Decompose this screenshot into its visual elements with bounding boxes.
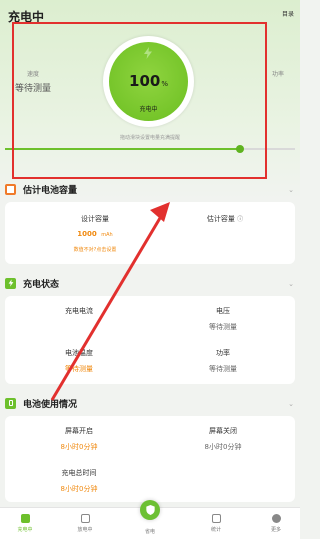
battery-temperature-label: 电池温度 <box>65 349 93 357</box>
chevron-down-icon[interactable]: ⌄ <box>288 400 294 408</box>
battery-icon <box>80 514 90 523</box>
nav-item-more[interactable]: 更多 <box>256 514 296 533</box>
design-capacity-label: 设计容量 <box>81 215 109 223</box>
screen-on-value: 8小时0分钟 <box>60 443 98 451</box>
battery-usage-icon <box>5 397 16 409</box>
design-capacity-hint[interactable]: 数值不对?点击设置 <box>35 246 155 253</box>
nav-label-power-save: 省电 <box>144 529 155 535</box>
battery-percentage: 100% <box>129 72 168 90</box>
power-label-hero: 功率 <box>272 71 285 78</box>
total-charge-time-label: 充电总时间 <box>61 469 97 477</box>
speed-value: 等待测量 <box>15 84 52 94</box>
lightning-icon <box>5 277 16 289</box>
info-icon[interactable]: ⓘ <box>237 216 243 223</box>
capacity-section-header: 估计电池容量 <box>5 181 77 197</box>
nav-item-stats[interactable]: 统计 <box>196 514 236 533</box>
power-label: 功率 <box>216 349 230 357</box>
bottom-navigation: 充电中 放电中 省电 统计 更多 <box>0 500 300 539</box>
battery-temperature-value: 等待测量 <box>65 365 93 373</box>
screen-off-label: 屏幕关闭 <box>209 427 237 435</box>
nav-item-power-save[interactable] <box>140 500 160 520</box>
directory-link[interactable]: 目录 <box>282 9 294 18</box>
slider-fill <box>5 148 240 150</box>
charge-current-label: 充电电流 <box>65 307 93 315</box>
slider-hint: 拖动滑块设置电量充满提醒 <box>119 135 180 141</box>
design-capacity-value[interactable]: 1000 mAh <box>35 230 155 238</box>
usage-section-header: 电池使用情况 <box>5 395 77 411</box>
nav-item-discharging[interactable]: 放电中 <box>65 514 105 533</box>
battery-gauge: 100% 充电中 <box>103 36 194 127</box>
shield-icon <box>145 505 155 515</box>
more-icon <box>271 514 281 523</box>
screen-on-label: 屏幕开启 <box>65 427 93 435</box>
voltage-label: 电压 <box>216 307 230 315</box>
usage-section-title: 电池使用情况 <box>23 399 78 410</box>
usage-card: 屏幕开启 8小时0分钟 屏幕关闭 8小时0分钟 充电总时间 8小时0分钟 <box>5 416 295 502</box>
bolt-icon <box>144 47 152 59</box>
capacity-section-title: 估计电池容量 <box>23 185 78 196</box>
screen-off-value: 8小时0分钟 <box>204 443 242 451</box>
gauge-fill: 100% 充电中 <box>109 42 188 121</box>
total-charge-time-value: 8小时0分钟 <box>60 485 98 493</box>
capacity-card: 设计容量 1000 mAh 数值不对?点击设置 估计容量 ⓘ <box>5 202 295 264</box>
charge-state-section-title: 充电状态 <box>23 279 60 290</box>
capacity-icon <box>5 183 16 195</box>
voltage-value: 等待测量 <box>209 323 237 331</box>
full-charge-slider[interactable] <box>5 145 295 153</box>
estimated-capacity-label: 估计容量 ⓘ <box>206 215 244 223</box>
stats-icon <box>211 514 221 523</box>
chevron-down-icon[interactable]: ⌄ <box>288 186 294 194</box>
nav-item-charging[interactable]: 充电中 <box>5 514 45 533</box>
charge-state-section-header: 充电状态 <box>5 275 59 291</box>
slider-handle[interactable] <box>235 145 244 153</box>
charging-status: 充电中 <box>139 106 158 113</box>
chevron-down-icon[interactable]: ⌄ <box>288 280 294 288</box>
page-title: 充电中 <box>8 10 45 24</box>
speed-label: 速度 <box>27 71 40 78</box>
charging-icon <box>20 514 30 523</box>
power-value: 等待测量 <box>209 365 237 373</box>
charge-state-card: 充电电流 电压 等待测量 电池温度 等待测量 功率 等待测量 <box>5 296 295 384</box>
